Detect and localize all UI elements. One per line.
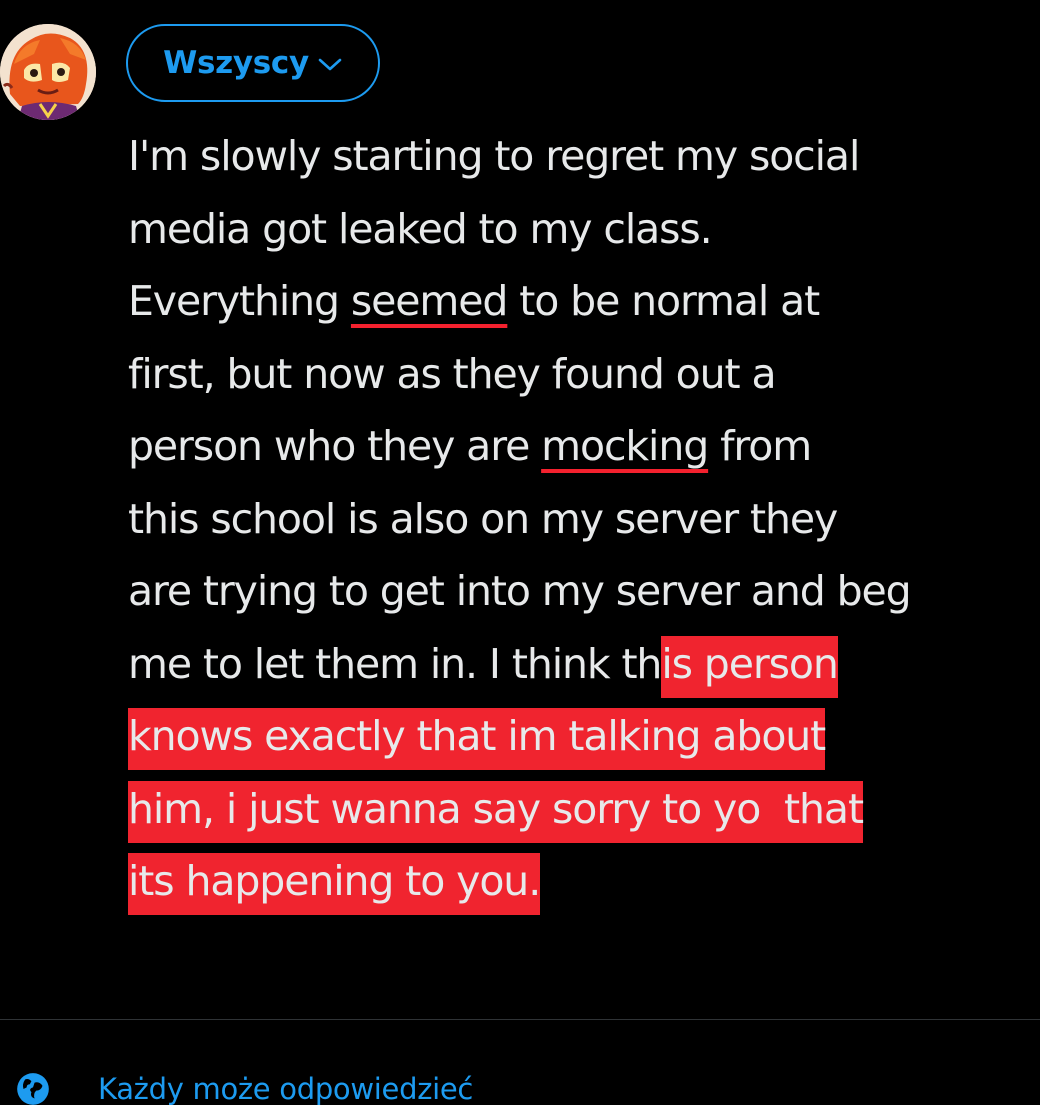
- text-line: knows exactly that im talking about: [128, 700, 1040, 773]
- divider: [0, 1019, 1040, 1020]
- text-line: its happening to you.: [128, 845, 1040, 918]
- highlighted-text: him, i just wanna say sorry to yo that: [128, 780, 864, 843]
- audience-label: Wszyscy: [163, 45, 309, 81]
- reply-setting-label: Każdy może odpowiedzieć: [98, 1072, 474, 1105]
- highlighted-text: knows exactly that im talking about: [128, 708, 826, 770]
- text-line: are trying to get into my server and beg: [128, 567, 912, 615]
- text-line: this school is also on my server they: [128, 494, 838, 543]
- globe-icon: [17, 1073, 49, 1105]
- chevron-down-icon: [318, 58, 342, 71]
- highlighted-text: is person: [661, 635, 839, 698]
- text-segment: Everything: [128, 277, 351, 325]
- text-line: him, i just wanna say sorry to yo that: [128, 773, 1040, 846]
- text-segment: from: [708, 422, 812, 470]
- text-segment: to be normal at: [507, 277, 820, 325]
- text-line: first, but now as they found out a: [128, 349, 777, 398]
- misspelled-word[interactable]: seemed: [351, 277, 509, 325]
- text-line: me to let them in. I think this person: [128, 628, 1040, 701]
- text-segment: me to let them in. I think th: [128, 639, 662, 688]
- highlighted-text: its happening to you.: [128, 853, 541, 915]
- text-line: media got leaked to my class.: [128, 204, 713, 253]
- text-line: Everything seemed to be normal at: [128, 265, 1040, 338]
- tweet-text-editor[interactable]: I'm slowly starting to regret my social …: [128, 120, 1040, 918]
- text-line: person who they are mocking from: [128, 410, 1040, 483]
- misspelled-word[interactable]: mocking: [541, 422, 709, 470]
- avatar[interactable]: [0, 24, 96, 120]
- avatar-illustration: [0, 24, 96, 120]
- text-line: I'm slowly starting to regret my social: [128, 132, 860, 180]
- text-segment: person who they are: [128, 422, 542, 470]
- reply-setting-button[interactable]: Każdy może odpowiedzieć: [14, 1064, 473, 1105]
- audience-selector-button[interactable]: Wszyscy: [126, 24, 380, 102]
